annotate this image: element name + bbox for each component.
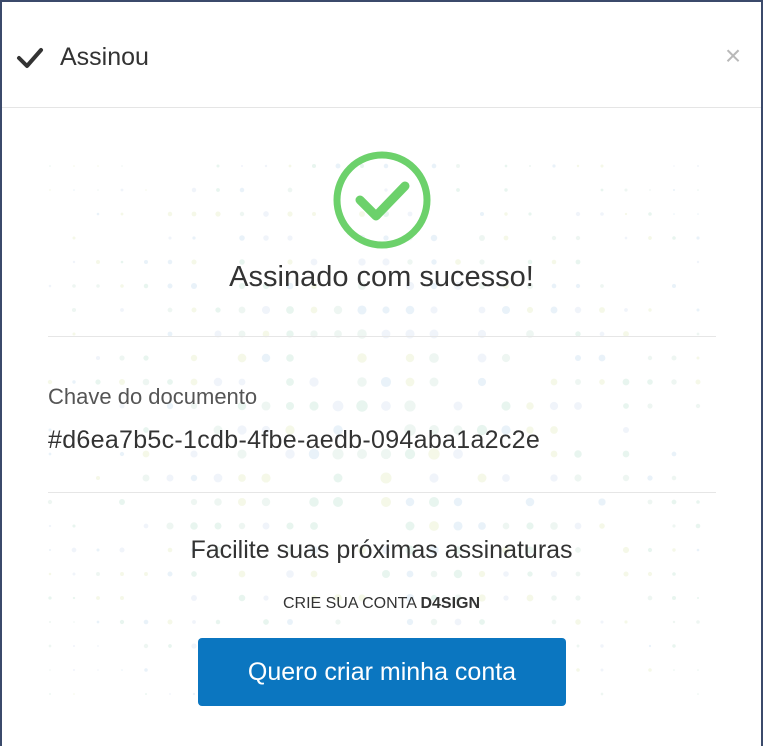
success-message: Assinado com sucesso!	[229, 261, 534, 293]
promo-brand: D4SIGN	[420, 595, 481, 612]
divider	[48, 492, 716, 493]
dialog-body: Assinado com sucesso! Chave do documento…	[2, 108, 761, 746]
success-check-circle-icon	[333, 151, 431, 249]
divider	[48, 336, 716, 337]
dialog-title: Assinou	[60, 43, 149, 71]
document-key-label: Chave do documento	[48, 384, 258, 409]
signed-dialog: Assinou × Assinado com sucesso! Chave do…	[0, 0, 763, 746]
dialog-header: Assinou ×	[2, 2, 761, 108]
promo-title: Facilite suas próximas assinaturas	[190, 536, 573, 564]
close-button[interactable]: ×	[720, 40, 746, 72]
create-account-button[interactable]: Quero criar minha conta	[198, 638, 566, 706]
promo-subtitle-prefix: CRIE SUA CONTA	[282, 595, 421, 612]
check-icon	[17, 48, 43, 68]
promo-subtitle: CRIE SUA CONTA D4SIGN	[2, 595, 761, 613]
document-key-value: #d6ea7b5c-1cdb-4fbe-aedb-094aba1a2c2e	[48, 426, 541, 454]
